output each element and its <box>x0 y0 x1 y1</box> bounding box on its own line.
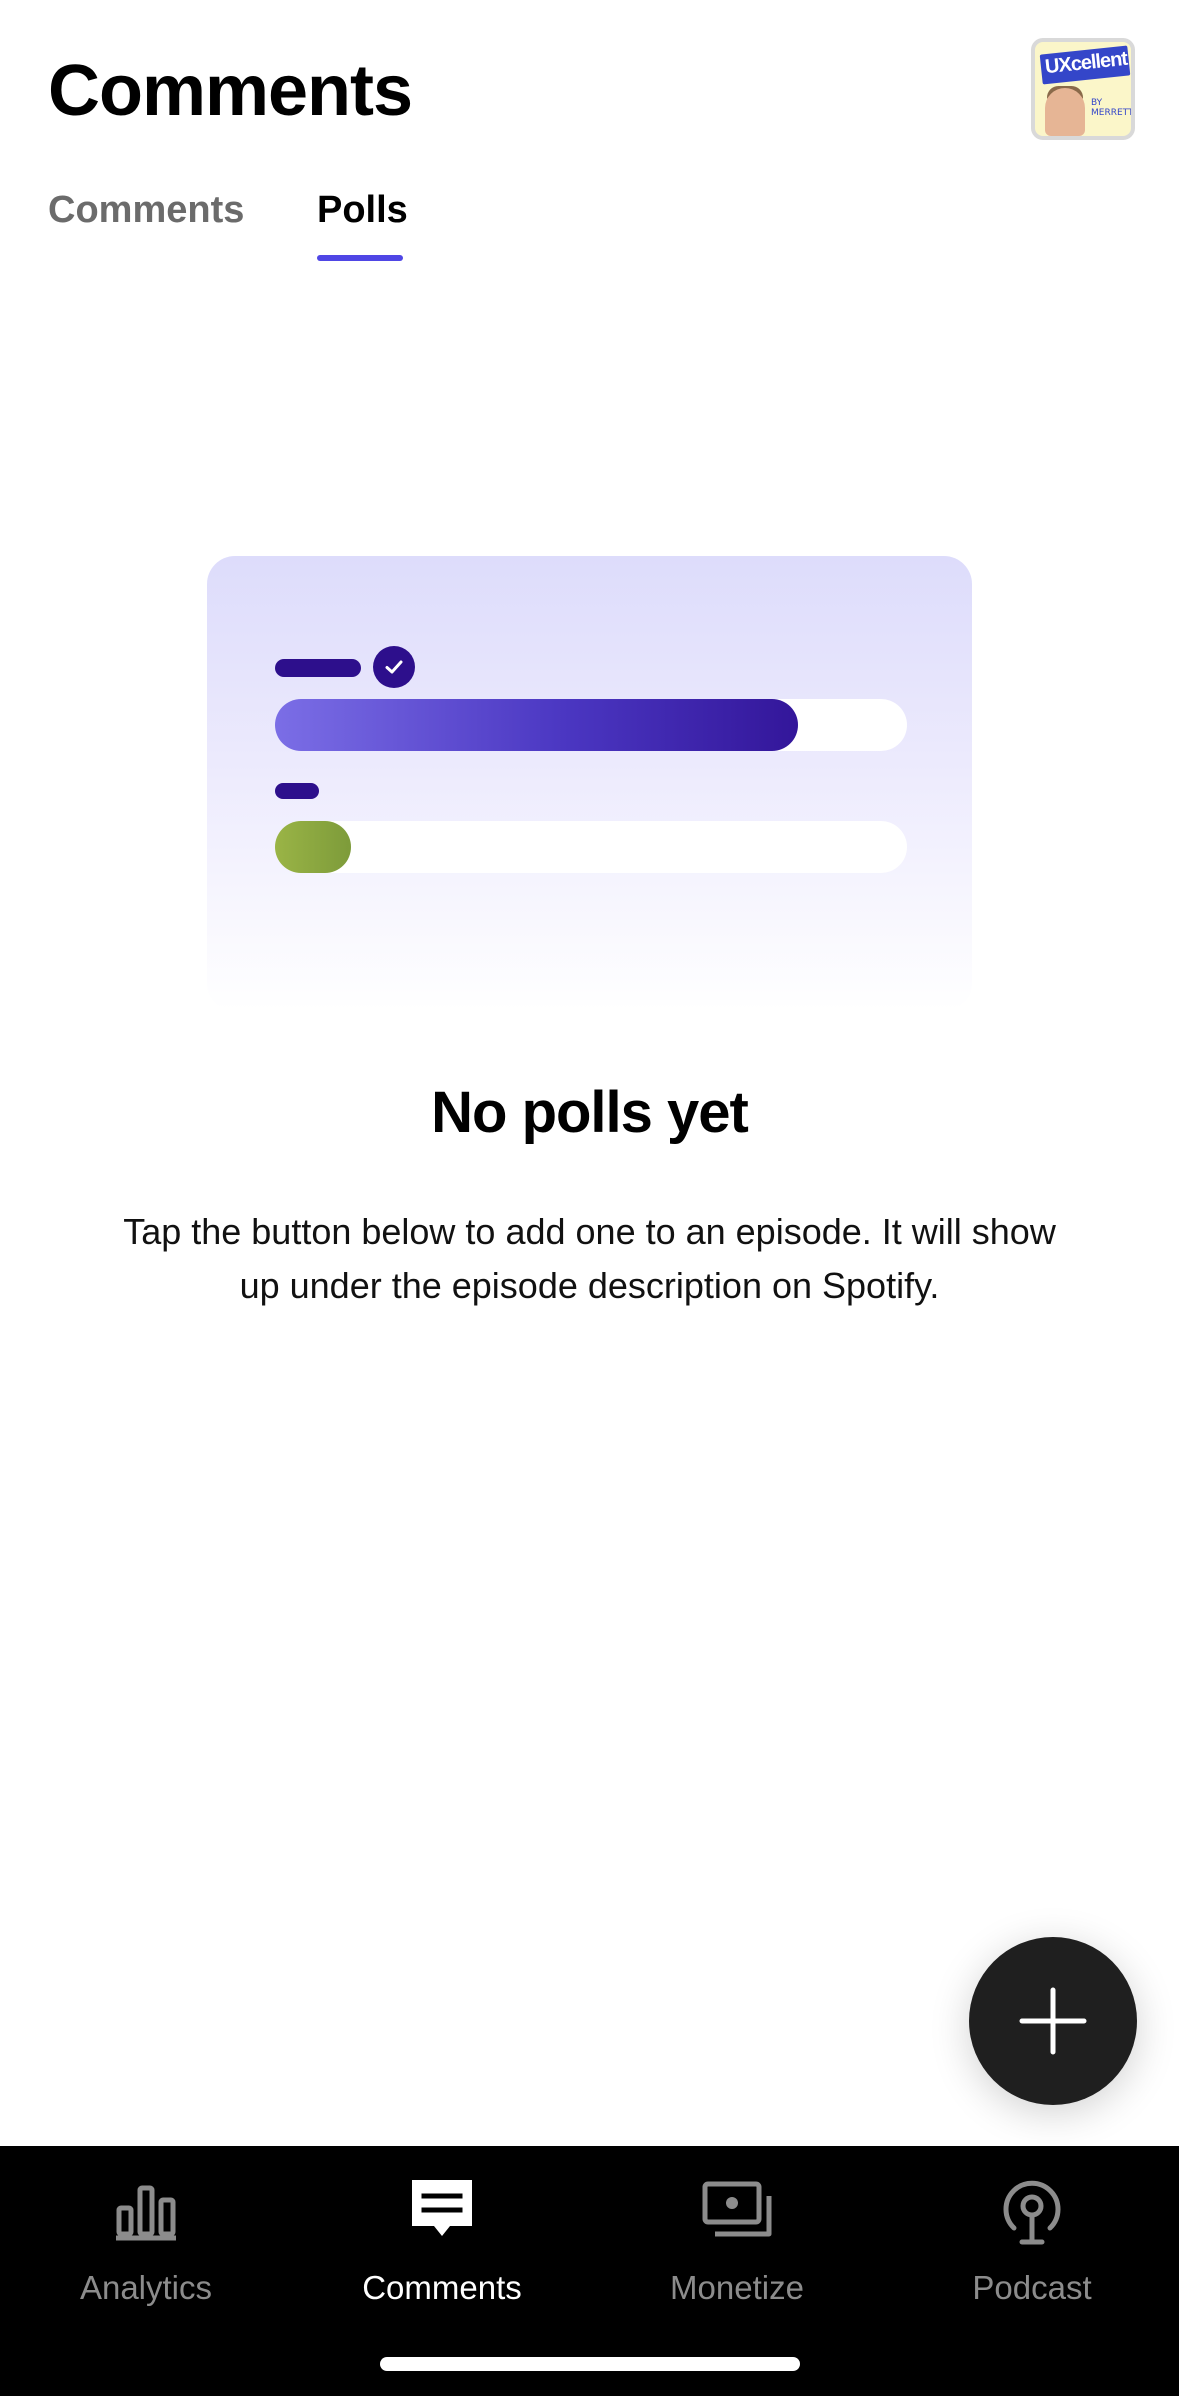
poll-result-fill-1 <box>275 699 798 751</box>
tab-polls[interactable]: Polls <box>317 185 408 235</box>
plus-icon <box>1019 1987 1087 2055</box>
checkmark-icon <box>373 646 415 688</box>
poll-option-label-line <box>275 783 319 799</box>
empty-state-title: No polls yet <box>431 1080 749 1145</box>
polls-illustration <box>207 556 972 1011</box>
empty-state-description: Tap the button below to add one to an ep… <box>123 1211 1056 1306</box>
active-tab-indicator <box>317 255 403 261</box>
tab-comments[interactable]: Comments <box>48 185 244 235</box>
home-indicator[interactable] <box>380 2357 800 2371</box>
page-title: Comments <box>48 51 413 131</box>
poll-option-label-line <box>275 659 361 677</box>
nav-label-podcast: Podcast <box>972 2269 1092 2306</box>
nav-label-monetize: Monetize <box>670 2269 804 2306</box>
poll-result-fill-2 <box>275 821 351 873</box>
poll-result-bar-1 <box>275 699 907 751</box>
nav-label-analytics: Analytics <box>79 2269 213 2306</box>
comments-icon <box>402 2170 482 2250</box>
monetize-icon <box>697 2170 777 2250</box>
nav-item-monetize[interactable]: Monetize <box>617 2166 857 2316</box>
nav-label-comments: Comments <box>362 2269 522 2306</box>
nav-item-comments[interactable]: Comments <box>322 2166 562 2316</box>
avatar-small-text: BY MERRETT <box>1091 98 1134 118</box>
poll-result-bar-2 <box>275 821 907 873</box>
nav-item-analytics[interactable]: Analytics <box>26 2166 266 2316</box>
podcast-avatar[interactable]: UXcellent BY MERRETT <box>1031 38 1135 140</box>
analytics-icon <box>106 2170 186 2250</box>
nav-item-podcast[interactable]: Podcast <box>912 2166 1152 2316</box>
podcast-icon <box>992 2170 1072 2250</box>
add-poll-button[interactable] <box>969 1937 1137 2105</box>
avatar-face <box>1045 88 1085 136</box>
